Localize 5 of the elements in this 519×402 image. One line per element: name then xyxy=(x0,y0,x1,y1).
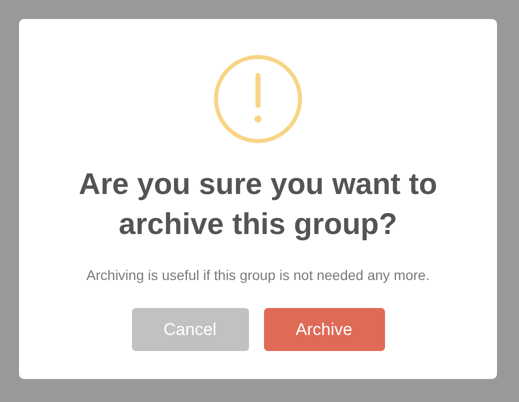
dialog-title: Are you sure you want to archive this group? xyxy=(78,167,438,243)
dialog-message: Archiving is useful if this group is not needed any more. xyxy=(86,267,430,283)
cancel-button[interactable]: Cancel xyxy=(132,308,248,351)
archive-button[interactable]: Archive xyxy=(264,308,384,351)
warning-icon xyxy=(214,55,302,143)
